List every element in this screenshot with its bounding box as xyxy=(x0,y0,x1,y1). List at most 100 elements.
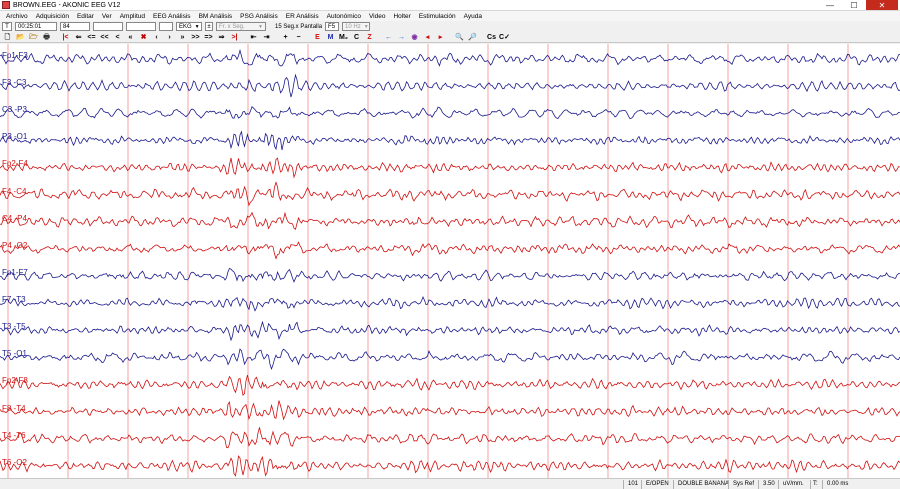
minus-icon[interactable]: − xyxy=(293,33,304,42)
channel-label[interactable]: Fp1-F3 xyxy=(2,51,28,60)
maximize-button[interactable]: ☐ xyxy=(842,0,866,10)
print-icon[interactable]: 🖶 xyxy=(41,33,52,42)
app-window: BROWN.EEG - AKONIC EEG V12 — ☐ ✕ Archivo… xyxy=(0,0,900,489)
arrow-right-icon[interactable]: → xyxy=(396,33,407,42)
f5-field[interactable]: F5 xyxy=(325,22,340,31)
close-button[interactable]: ✕ xyxy=(866,0,898,10)
event-e-icon[interactable]: E xyxy=(312,33,323,42)
target-icon[interactable]: ◉ xyxy=(409,33,420,42)
menu-item-estimulación[interactable]: Estimulación xyxy=(415,13,460,20)
menu-item-adquisición[interactable]: Adquisición xyxy=(32,13,73,20)
cancel-icon[interactable]: ✖ xyxy=(138,33,149,42)
channel-label[interactable]: P4 -O2 xyxy=(2,241,27,250)
minimize-button[interactable]: — xyxy=(818,0,842,10)
chevron-down-icon: ▼ xyxy=(194,23,200,30)
up-down-spinner[interactable]: ± xyxy=(205,22,213,31)
forward-double-icon[interactable]: => xyxy=(203,33,214,42)
red-right-icon[interactable]: ▸ xyxy=(435,33,446,42)
hz-select[interactable]: 10 Hz ▼ xyxy=(342,22,371,31)
status-reference: Sys Ref xyxy=(728,479,758,489)
blank-input-2[interactable] xyxy=(126,22,156,31)
channel-label[interactable]: C3 -P3 xyxy=(2,106,27,114)
plus-icon[interactable]: + xyxy=(280,33,291,42)
check-icon[interactable]: C✓ xyxy=(499,33,510,42)
mark-m-icon[interactable]: M xyxy=(325,33,336,42)
rewind-icon[interactable]: « xyxy=(125,33,136,42)
fast-back-icon[interactable]: ⇐ xyxy=(73,33,84,42)
c-icon[interactable]: C xyxy=(351,33,362,42)
menu-item-er-análisis[interactable]: ER Análisis xyxy=(282,13,323,20)
menu-item-archivo[interactable]: Archivo xyxy=(2,13,32,20)
channel-label[interactable]: P3 -O1 xyxy=(2,133,27,141)
status-bar: 101 E/OPEN DOUBLE BANANA Sys Ref 3.50 uV… xyxy=(0,478,900,489)
open-folder-icon[interactable]: 📂 xyxy=(15,33,26,42)
ekg-select[interactable]: EKG ▼ xyxy=(176,22,202,31)
t-button[interactable]: T xyxy=(2,22,12,31)
step-forward-icon[interactable]: › xyxy=(164,33,175,42)
step-back-icon[interactable]: ‹ xyxy=(151,33,162,42)
red-left-icon[interactable]: ◂ xyxy=(422,33,433,42)
eeg-trace-p4-o2 xyxy=(0,241,900,260)
forward-small-icon[interactable]: >> xyxy=(190,33,201,42)
last-page-icon[interactable]: >| xyxy=(229,33,240,42)
channel-label[interactable]: T3 -T5 xyxy=(2,323,26,331)
montage-icon[interactable]: M₂ xyxy=(338,33,349,42)
menu-item-video[interactable]: Video xyxy=(365,13,390,20)
menu-bar: Archivo Adquisición Editar Ver Amplitud EEG A… xyxy=(0,11,900,21)
blank-input-3[interactable] xyxy=(159,22,173,31)
menu-item-ayuda[interactable]: Ayuda xyxy=(460,13,486,20)
new-file-icon[interactable]: 🗋 xyxy=(2,33,13,42)
back-double-icon[interactable]: <= xyxy=(86,33,97,42)
fast-forward-icon[interactable]: ⇒ xyxy=(216,33,227,42)
zoom-in-icon[interactable]: 🔍 xyxy=(454,33,465,42)
eeg-trace-t3-t5 xyxy=(0,320,900,342)
channel-label[interactable]: Fp1-F7 xyxy=(2,268,28,277)
zoom-prev-icon[interactable]: ⇤ xyxy=(248,33,259,42)
status-montage: DOUBLE BANANA xyxy=(673,479,729,489)
eeg-trace-fp2-f8 xyxy=(0,374,900,397)
hz-select-value: 10 Hz xyxy=(345,23,361,30)
channel-label[interactable]: T6 -O2 xyxy=(2,458,27,467)
menu-item-ver[interactable]: Ver xyxy=(98,13,116,20)
app-icon xyxy=(2,1,10,9)
channel-label[interactable]: F8 -T4 xyxy=(2,404,26,413)
time-input[interactable]: 00:25:01 xyxy=(15,22,57,31)
zoom-out-icon[interactable]: 🔎 xyxy=(467,33,478,42)
eeg-trace-t5-o1 xyxy=(0,348,900,371)
z-icon[interactable]: Z xyxy=(364,33,375,42)
eeg-trace-area[interactable]: Fp1-F3 F3 -C3 C3 -P3 P3 -O1 Fp2-F4 F4 -C4 C4 -… xyxy=(0,44,900,478)
page-input[interactable]: 84 xyxy=(60,22,90,31)
eeg-trace-fp2-f4 xyxy=(0,157,900,179)
channel-label[interactable]: T4 -T6 xyxy=(2,431,26,440)
menu-item-amplitud[interactable]: Amplitud xyxy=(116,13,149,20)
cs-icon[interactable]: Cs xyxy=(486,33,497,42)
menu-item-eeg-análisis[interactable]: EEG Análisis xyxy=(149,13,195,20)
menu-item-holter[interactable]: Holter xyxy=(389,13,414,20)
blank-input-1[interactable] xyxy=(93,22,123,31)
eeg-trace-f7-t3 xyxy=(0,295,900,312)
channel-label[interactable]: F4 -C4 xyxy=(2,187,26,196)
menu-item-editar[interactable]: Editar xyxy=(73,13,98,20)
channel-label[interactable]: C4 -P4 xyxy=(2,214,27,223)
eeg-trace-fp1-f3 xyxy=(0,48,900,67)
channel-label[interactable]: Fp2-F4 xyxy=(2,160,28,168)
eeg-trace-fp1-f7 xyxy=(0,267,900,283)
channel-label[interactable]: Fp2-F8 xyxy=(2,377,28,385)
channel-label[interactable]: F3 -C3 xyxy=(2,79,26,87)
first-page-icon[interactable]: |< xyxy=(60,33,71,42)
toolbar-navigation: 🗋 📂 🗁 🖶 |< ⇐ <= << < «✖ ‹ ›» >> => ⇒ >| ⇤ ⇥ + − E M M₂ C Z ← → ◉ ◂ ▸ 🔍… xyxy=(0,32,900,43)
filter-select[interactable]: Fr. x Seg. ▼ xyxy=(216,22,266,31)
menu-item-autonómico[interactable]: Autonómico xyxy=(323,13,365,20)
channel-label[interactable]: F7 -T3 xyxy=(2,296,26,304)
arrow-left-icon[interactable]: ← xyxy=(383,33,394,42)
back-icon[interactable]: < xyxy=(112,33,123,42)
back-small-icon[interactable]: << xyxy=(99,33,110,42)
chevron-down-icon: ▼ xyxy=(258,23,263,30)
channel-label[interactable]: T5 -O1 xyxy=(2,350,27,358)
folder-icon[interactable]: 🗁 xyxy=(28,33,39,42)
forward-icon[interactable]: » xyxy=(177,33,188,42)
menu-item-psg-análisis[interactable]: PSG Análisis xyxy=(236,13,282,20)
zoom-next-icon[interactable]: ⇥ xyxy=(261,33,272,42)
menu-item-bm-análisis[interactable]: BM Análisis xyxy=(195,13,237,20)
eeg-trace-p3-o1 xyxy=(0,130,900,151)
